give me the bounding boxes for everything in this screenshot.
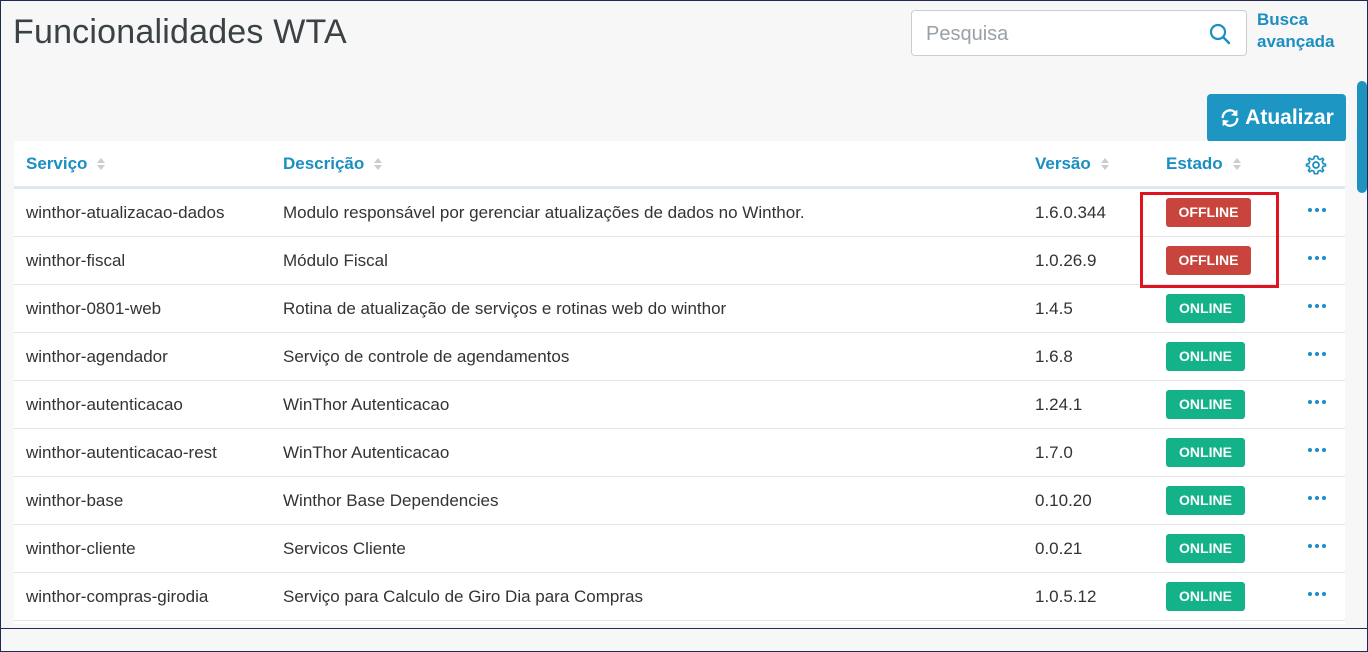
column-header-label: Versão (1035, 154, 1091, 173)
advanced-search-link[interactable]: Busca avançada (1257, 9, 1357, 53)
status-badge: ONLINE (1166, 486, 1245, 515)
table-row[interactable]: winthor-autenticacao-rest WinThor Autenti… (14, 429, 1345, 477)
version-cell: 0.0.21 (1035, 539, 1083, 558)
service-name-cell: winthor-atualizacao-dados (26, 203, 225, 222)
bottom-divider (1, 628, 1367, 629)
more-options-icon[interactable] (1307, 347, 1327, 359)
column-header-label: Descrição (283, 154, 365, 173)
advanced-search-line2: avançada (1257, 32, 1335, 51)
sort-icon (374, 158, 383, 170)
gear-icon[interactable] (1305, 154, 1327, 176)
description-cell: Servicos Cliente (283, 539, 406, 558)
more-options-icon[interactable] (1307, 299, 1327, 311)
column-header-label: Serviço (26, 154, 88, 173)
description-cell: Serviço de controle de agendamentos (283, 347, 570, 366)
service-name-cell: winthor-agendador (26, 347, 168, 366)
service-name-cell: winthor-cliente (26, 539, 136, 558)
more-options-icon[interactable] (1307, 491, 1327, 503)
description-cell: Serviço para Calculo de Giro Dia para Co… (283, 587, 643, 606)
search-input[interactable] (924, 19, 1198, 49)
more-options-icon[interactable] (1307, 539, 1327, 551)
column-header-version[interactable]: Versão (1035, 154, 1109, 174)
version-cell: 1.24.1 (1035, 395, 1083, 414)
sort-icon (1100, 158, 1109, 170)
app-window: Funcionalidades WTA Busca avançada Atual… (0, 0, 1368, 652)
refresh-icon (1221, 109, 1239, 127)
search-box[interactable] (911, 10, 1247, 56)
advanced-search-line1: Busca (1257, 10, 1309, 29)
more-options-icon[interactable] (1307, 587, 1327, 599)
refresh-label: Atualizar (1245, 106, 1334, 129)
service-name-cell: winthor-compras-girodia (26, 587, 209, 606)
column-header-status[interactable]: Estado (1166, 154, 1241, 174)
description-cell: Modulo responsável por gerenciar atualiz… (283, 203, 805, 222)
description-cell: WinThor Autenticacao (283, 443, 450, 462)
service-name-cell: winthor-base (26, 491, 124, 510)
column-header-label: Estado (1166, 154, 1223, 173)
column-header-service[interactable]: Serviço (26, 154, 106, 174)
status-badge: ONLINE (1166, 294, 1245, 323)
description-cell: Rotina de atualização de serviços e roti… (283, 299, 727, 318)
status-badge: ONLINE (1166, 342, 1245, 371)
table-row[interactable]: winthor-compras-girodia Serviço para Calc… (14, 573, 1345, 621)
table-row[interactable]: winthor-base Winthor Base Dependencies 0.1… (14, 477, 1345, 525)
status-badge: ONLINE (1166, 582, 1245, 611)
status-badge: ONLINE (1166, 390, 1245, 419)
version-cell: 1.0.26.9 (1035, 251, 1097, 270)
status-badge: ONLINE (1166, 438, 1245, 467)
service-name-cell: winthor-fiscal (26, 251, 126, 270)
more-options-icon[interactable] (1307, 203, 1327, 215)
version-cell: 1.7.0 (1035, 443, 1073, 462)
offline-highlight-box (1140, 192, 1279, 288)
description-cell: WinThor Autenticacao (283, 395, 450, 414)
service-name-cell: winthor-0801-web (26, 299, 162, 318)
page-title: Funcionalidades WTA (13, 13, 347, 51)
version-cell: 1.6.8 (1035, 347, 1073, 366)
table-row[interactable]: winthor-0801-web Rotina de atualização de… (14, 285, 1345, 333)
more-options-icon[interactable] (1307, 251, 1327, 263)
table-row[interactable]: winthor-cliente Servicos Cliente 0.0.21 ONL… (14, 525, 1345, 573)
table-row[interactable]: winthor-autenticacao WinThor Autenticacao… (14, 381, 1345, 429)
sort-icon (97, 158, 106, 170)
status-badge: ONLINE (1166, 534, 1245, 563)
sort-icon (1232, 158, 1241, 170)
description-cell: Winthor Base Dependencies (283, 491, 499, 510)
version-cell: 1.6.0.344 (1035, 203, 1106, 222)
column-header-description[interactable]: Descrição (283, 154, 383, 174)
service-name-cell: winthor-autenticacao (26, 395, 183, 414)
version-cell: 1.0.5.12 (1035, 587, 1097, 606)
version-cell: 0.10.20 (1035, 491, 1092, 510)
service-name-cell: winthor-autenticacao-rest (26, 443, 217, 462)
search-icon[interactable] (1208, 22, 1232, 46)
more-options-icon[interactable] (1307, 395, 1327, 407)
table-row[interactable]: winthor-agendador Serviço de controle de … (14, 333, 1345, 381)
refresh-button[interactable]: Atualizar (1207, 94, 1346, 142)
scrollbar-thumb[interactable] (1357, 81, 1367, 193)
version-cell: 1.4.5 (1035, 299, 1073, 318)
more-options-icon[interactable] (1307, 443, 1327, 455)
description-cell: Módulo Fiscal (283, 251, 388, 270)
table-header: Serviço Descrição Versão Estado (14, 141, 1345, 189)
